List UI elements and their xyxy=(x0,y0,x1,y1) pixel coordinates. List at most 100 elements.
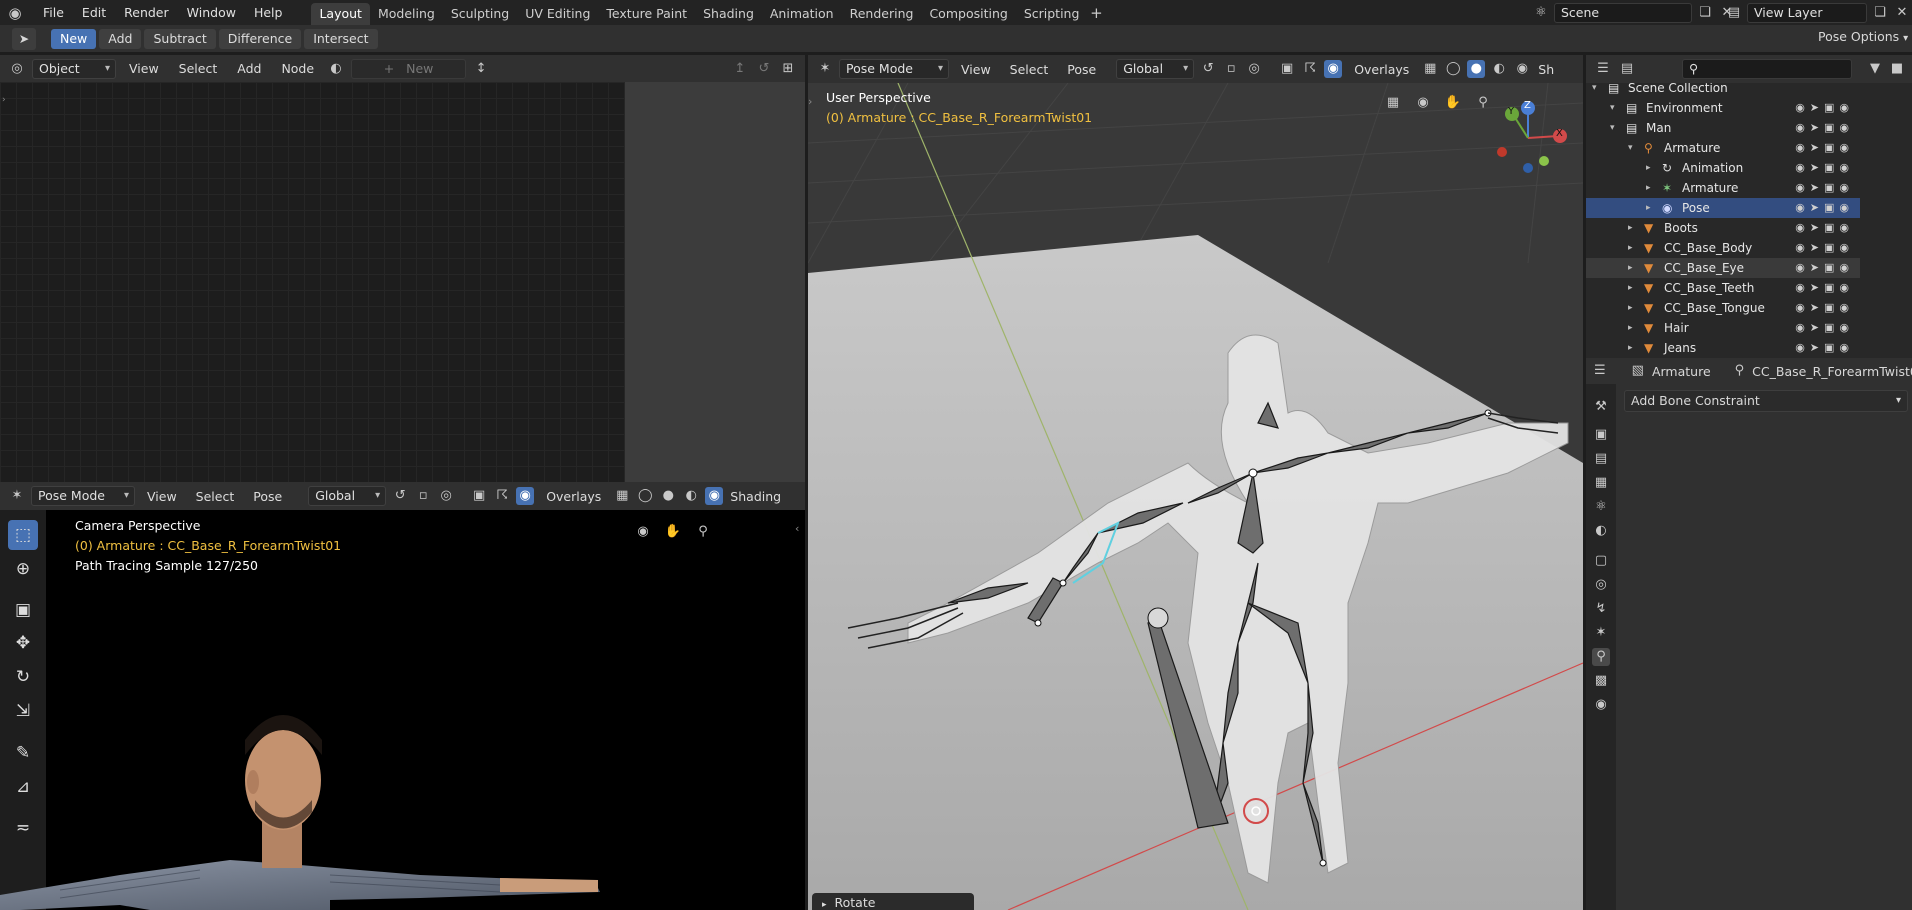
outliner-row[interactable]: ▸ ▼ Hair ◉➤▣◉ xyxy=(1586,318,1860,338)
texture-tab-icon[interactable]: ▩ xyxy=(1592,672,1610,690)
filter-icon[interactable]: ▼ xyxy=(1866,60,1884,78)
visibility-toggles-icon[interactable]: ◉➤▣◉ xyxy=(1795,98,1854,118)
expand-arrow-icon[interactable]: ▸ xyxy=(1628,338,1633,358)
rendered-shading-icon[interactable]: ◉ xyxy=(1513,60,1531,78)
physics-tab-icon[interactable]: ↯ xyxy=(1592,600,1610,618)
outliner-row[interactable]: ▸ ▼ CC_Base_Tongue ◉➤▣◉ xyxy=(1586,298,1860,318)
transform-tool-icon[interactable]: ▣ xyxy=(8,595,38,625)
menu-select[interactable]: Select xyxy=(189,489,242,504)
tab-sculpting[interactable]: Sculpting xyxy=(443,3,517,25)
snap-icon[interactable]: ▫ xyxy=(414,487,432,505)
camera-view-icon[interactable]: ◉ xyxy=(1414,94,1432,112)
select-tool-icon[interactable]: ➤ xyxy=(12,28,36,50)
menu-render[interactable]: Render xyxy=(115,0,178,25)
visibility-toggles-icon[interactable]: ◉➤▣◉ xyxy=(1795,138,1854,158)
visibility-icon[interactable]: ▣ xyxy=(1278,60,1296,78)
solid-shading-icon[interactable]: ● xyxy=(1467,60,1486,78)
close-icon[interactable]: ✕ xyxy=(1893,4,1911,22)
scene-field[interactable]: Scene xyxy=(1554,3,1692,23)
orientation-dropdown[interactable]: Global xyxy=(308,486,387,506)
pose-options-button[interactable]: Pose Options ▾ xyxy=(1818,29,1908,44)
expand-arrow-icon[interactable]: ▸ xyxy=(1646,178,1651,198)
world-tab-icon[interactable]: ◐ xyxy=(1592,522,1610,540)
modifier-tab-icon[interactable]: ◎ xyxy=(1592,576,1610,594)
visibility-toggles-icon[interactable]: ◉➤▣◉ xyxy=(1795,318,1854,338)
proportional-icon[interactable]: ◎ xyxy=(1245,60,1263,78)
add-button[interactable]: Add xyxy=(99,29,142,49)
visibility-toggles-icon[interactable]: ◉➤▣◉ xyxy=(1795,218,1854,238)
new-collection-icon[interactable]: ■ xyxy=(1888,60,1906,78)
tab-animation[interactable]: Animation xyxy=(762,3,842,25)
material-icon[interactable]: ◐ xyxy=(327,60,345,78)
solid-shading-icon[interactable]: ● xyxy=(659,487,677,505)
wireframe-shading-icon[interactable]: ◯ xyxy=(1444,60,1462,78)
wireframe-shading-icon[interactable]: ◯ xyxy=(636,487,654,505)
visibility-toggles-icon[interactable]: ◉➤▣◉ xyxy=(1795,258,1854,278)
tool-tab-icon[interactable]: ⚒ xyxy=(1592,398,1610,416)
navigation-gizmo[interactable]: Z X Y xyxy=(1488,98,1568,178)
object-tab-icon[interactable]: ▢ xyxy=(1592,552,1610,570)
snap-icon[interactable]: ↺ xyxy=(755,60,773,78)
material-shading-icon[interactable]: ◐ xyxy=(1490,60,1508,78)
expand-arrow-icon[interactable]: ▾ xyxy=(1592,83,1597,98)
intersect-button[interactable]: Intersect xyxy=(304,29,378,49)
tab-modeling[interactable]: Modeling xyxy=(370,3,443,25)
pan-hand-icon[interactable]: ✋ xyxy=(1444,94,1462,112)
sidebar-expand-icon[interactable]: ‹ xyxy=(795,522,799,535)
tab-rendering[interactable]: Rendering xyxy=(842,3,922,25)
new-button[interactable]: New xyxy=(51,29,97,49)
gizmo-icon[interactable]: ☈ xyxy=(493,487,511,505)
view-layer-icon[interactable]: ▤ xyxy=(1725,4,1743,22)
pivot-icon[interactable]: ↺ xyxy=(391,487,409,505)
menu-pose[interactable]: Pose xyxy=(1060,62,1103,77)
area-divider[interactable] xyxy=(805,55,808,910)
menu-view[interactable]: View xyxy=(954,62,998,77)
copy-icon[interactable]: ❏ xyxy=(1871,4,1889,22)
tab-shading[interactable]: Shading xyxy=(695,3,762,25)
add-workspace-icon[interactable]: + xyxy=(1087,4,1105,22)
orientation-dropdown[interactable]: Global xyxy=(1116,59,1195,79)
expand-arrow-icon[interactable]: ▸ xyxy=(1628,278,1633,298)
expand-arrow-icon[interactable]: ▾ xyxy=(1628,138,1633,158)
outliner-tree[interactable]: ▾ ▤ Scene Collection ▾ ▤ Environment ◉➤▣◉ ▾ ▤ Man… xyxy=(1586,83,1912,358)
copy-icon[interactable]: ❏ xyxy=(1696,4,1714,22)
mode-dropdown[interactable]: Pose Mode xyxy=(839,59,949,79)
mode-dropdown[interactable]: Pose Mode xyxy=(31,486,135,506)
select-box-tool-icon[interactable]: ⬚ xyxy=(8,520,38,550)
main-viewport[interactable]: User Perspective (0) Armature : CC_Base_… xyxy=(808,83,1583,910)
visibility-toggles-icon[interactable]: ◉➤▣◉ xyxy=(1795,178,1854,198)
parent-node-icon[interactable]: ↥ xyxy=(731,60,749,78)
cursor-tool-icon[interactable]: ⊕ xyxy=(8,554,38,584)
rendered-shading-icon[interactable]: ◉ xyxy=(705,487,724,505)
editor-type-icon[interactable]: ☰ xyxy=(1594,60,1612,78)
menu-add[interactable]: Add xyxy=(230,61,268,76)
overlays-icon[interactable]: ◉ xyxy=(1324,60,1343,78)
subtract-button[interactable]: Subtract xyxy=(144,29,216,49)
display-mode-icon[interactable]: ▤ xyxy=(1618,60,1636,78)
render-tab-icon[interactable]: ▣ xyxy=(1592,426,1610,444)
tab-scripting[interactable]: Scripting xyxy=(1016,3,1088,25)
new-material-field[interactable]: + New xyxy=(351,58,467,79)
tab-uv-editing[interactable]: UV Editing xyxy=(517,3,598,25)
blender-logo-icon[interactable]: ◉ xyxy=(6,4,24,22)
proportional-icon[interactable]: ◎ xyxy=(437,487,455,505)
view-layer-field[interactable]: View Layer xyxy=(1747,3,1867,23)
visibility-toggles-icon[interactable]: ◉➤▣◉ xyxy=(1795,158,1854,178)
overlays-dropdown[interactable]: Overlays xyxy=(1347,62,1416,77)
grid-toggle-icon[interactable]: ▦ xyxy=(1384,94,1402,112)
tab-texture-paint[interactable]: Texture Paint xyxy=(598,3,695,25)
menu-file[interactable]: File xyxy=(34,0,73,25)
output-tab-icon[interactable]: ▤ xyxy=(1592,450,1610,468)
xray-icon[interactable]: ▦ xyxy=(1421,60,1439,78)
visibility-toggles-icon[interactable]: ◉➤▣◉ xyxy=(1795,298,1854,318)
particles-tab-icon[interactable]: ◉ xyxy=(1592,696,1610,714)
view-layer-tab-icon[interactable]: ▦ xyxy=(1592,474,1610,492)
visibility-toggles-icon[interactable]: ◉➤▣◉ xyxy=(1795,198,1854,218)
zoom-icon[interactable]: ⚲ xyxy=(694,523,712,541)
overlays-icon[interactable]: ◉ xyxy=(516,487,535,505)
object-data-tab-icon[interactable]: ✶ xyxy=(1592,624,1610,642)
outliner-row[interactable]: ▾ ⚲ Armature ◉➤▣◉ xyxy=(1586,138,1860,158)
editor-type-icon[interactable]: ✶ xyxy=(8,487,26,505)
visibility-toggles-icon[interactable]: ◉➤▣◉ xyxy=(1795,338,1854,358)
overlays-dropdown[interactable]: Overlays xyxy=(539,489,608,504)
